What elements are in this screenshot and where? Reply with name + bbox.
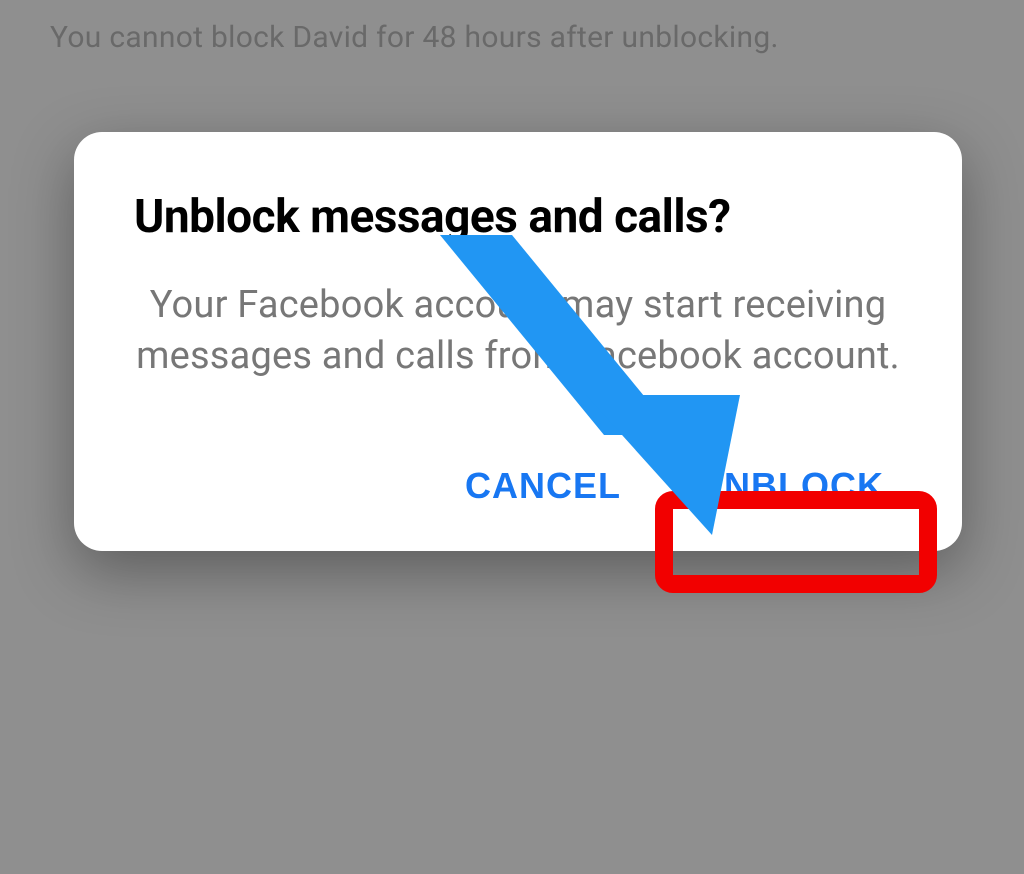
- dialog-title: Unblock messages and calls?: [134, 190, 902, 244]
- unblock-button[interactable]: UNBLOCK: [683, 455, 898, 517]
- unblock-confirmation-dialog: Unblock messages and calls? Your Faceboo…: [74, 132, 962, 551]
- cancel-button[interactable]: CANCEL: [451, 455, 635, 517]
- dialog-actions: CANCEL UNBLOCK: [134, 455, 902, 517]
- dialog-body-text: Your Facebook account may start receivin…: [134, 280, 902, 383]
